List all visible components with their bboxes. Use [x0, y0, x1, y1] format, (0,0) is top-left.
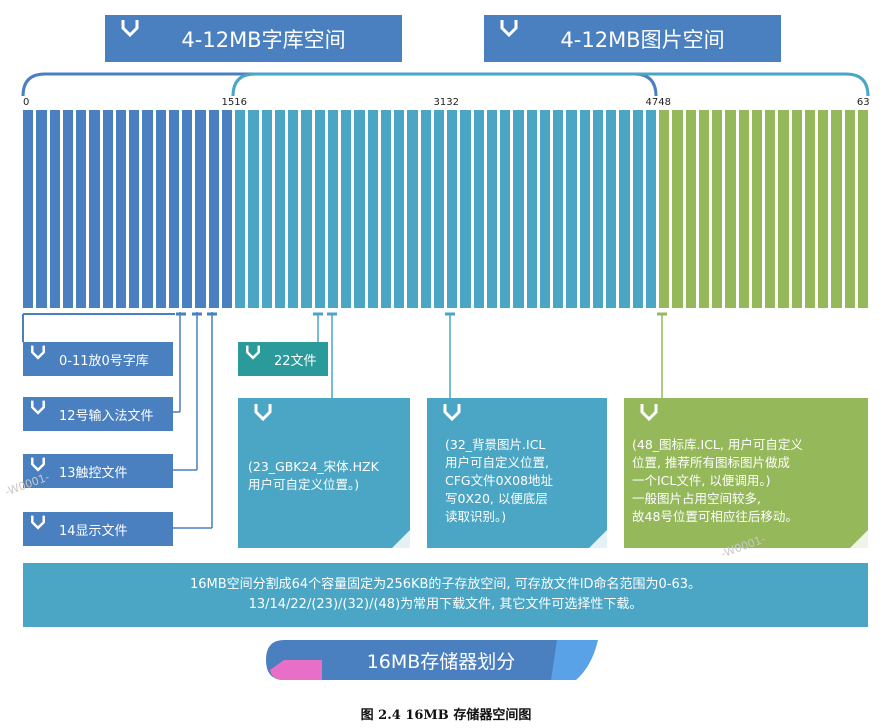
box-file23: (23_GBK24_宋体.HZK 用户可自定义位置。): [238, 398, 410, 548]
box-file48-line: 位置, 推荐所有图标图片做成: [632, 455, 790, 470]
figure-caption: 图 2.4 16MB 存储器空间图: [0, 704, 892, 723]
box-file48: (48_图标库.ICL, 用户可自定义 位置, 推荐所有图标图片做成 一个ICL…: [624, 398, 868, 548]
box-file23-line: 用户可自定义位置。): [248, 477, 360, 492]
box-file48-line: (48_图标库.ICL, 用户可自定义: [632, 437, 803, 452]
tag-file22-label: 22文件: [274, 353, 317, 369]
tag-font0: 0-11放0号字库: [23, 342, 173, 376]
chevron-down-icon: [640, 404, 658, 422]
chevron-down-icon: [443, 404, 461, 422]
box-file32-line: 写0X20, 以便底层: [445, 491, 548, 506]
box-file48-line: 一般图片占用空间较多,: [632, 491, 761, 506]
chevron-down-icon: [31, 345, 45, 360]
info-line: 13/14/22/(23)/(32)/(48)为常用下载文件, 其它文件可选择性…: [248, 597, 643, 612]
corner-fold: [850, 530, 868, 548]
box-file48-line: 故48号位置可相应往后移动。: [632, 509, 798, 524]
tag-ime: 12号输入法文件: [23, 397, 173, 431]
title-banner-label: 16MB存储器划分: [366, 650, 516, 673]
figure-caption-text: 图 2.4 16MB 存储器空间图: [360, 708, 532, 723]
box-file32-line: CFG文件0X08地址: [445, 473, 554, 488]
box-file23-line: (23_GBK24_宋体.HZK: [248, 459, 379, 474]
corner-fold: [589, 530, 607, 548]
corner-fold: [392, 530, 410, 548]
box-file32-line: (32_背景图片.ICL: [445, 437, 546, 452]
chevron-down-icon: [246, 345, 260, 360]
info-banner: 16MB空间分割成64个容量固定为256KB的子存放空间, 可存放文件ID命名范…: [23, 563, 868, 627]
box-file48-line: 一个ICL文件, 以便调用。): [632, 473, 771, 488]
tag-font0-label: 0-11放0号字库: [59, 353, 149, 369]
tag-ime-label: 12号输入法文件: [59, 408, 154, 424]
chevron-down-icon: [31, 515, 45, 530]
box-file32-line: 读取识别。): [445, 509, 507, 524]
tag-touch-label: 13触控文件: [59, 465, 128, 481]
tag-file22: 22文件: [238, 342, 328, 376]
box-file32: (32_背景图片.ICL 用户可自定义位置, CFG文件0X08地址 写0X20…: [427, 398, 607, 548]
tag-display-label: 14显示文件: [59, 523, 128, 539]
chevron-down-icon: [254, 404, 272, 422]
info-line: 16MB空间分割成64个容量固定为256KB的子存放空间, 可存放文件ID命名范…: [189, 577, 702, 592]
title-banner: 16MB存储器划分: [326, 640, 556, 680]
chevron-down-icon: [31, 400, 45, 415]
tag-display: 14显示文件: [23, 512, 173, 546]
box-file32-line: 用户可自定义位置,: [445, 455, 549, 470]
